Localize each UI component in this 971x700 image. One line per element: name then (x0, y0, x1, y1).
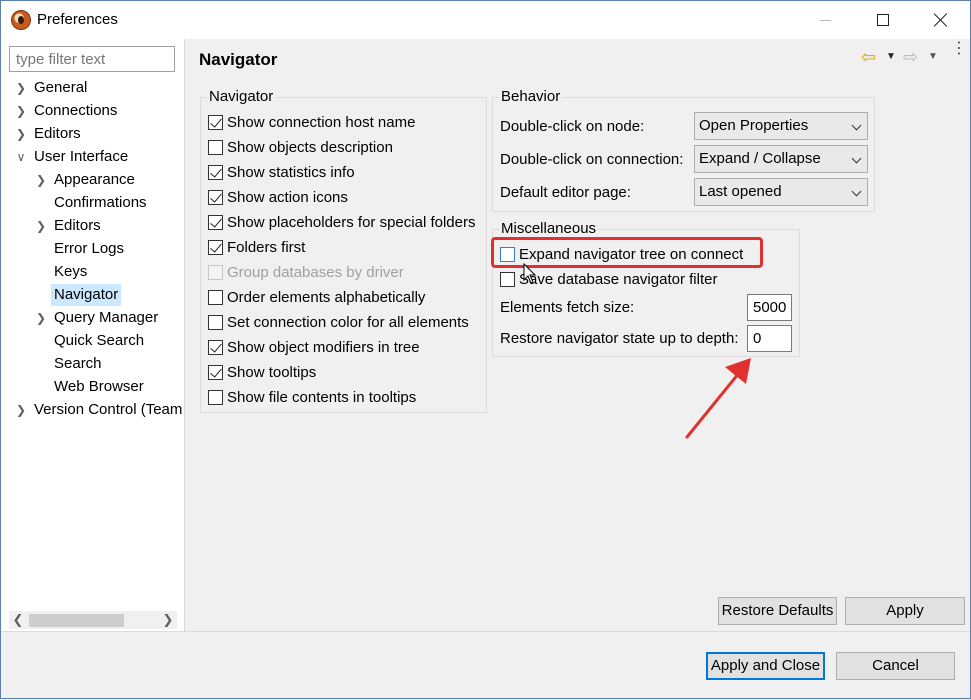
apply-button[interactable]: Apply (845, 597, 965, 625)
annotation-arrow-icon (685, 358, 751, 439)
restore-defaults-button[interactable]: Restore Defaults (718, 597, 837, 625)
cancel-button[interactable]: Cancel (836, 652, 955, 680)
dialog-separator (2, 631, 970, 632)
mouse-cursor-icon (523, 263, 537, 284)
apply-and-close-button[interactable]: Apply and Close (706, 652, 825, 680)
preferences-window: Preferences ❯General❯Connections❯Editors… (0, 0, 971, 699)
